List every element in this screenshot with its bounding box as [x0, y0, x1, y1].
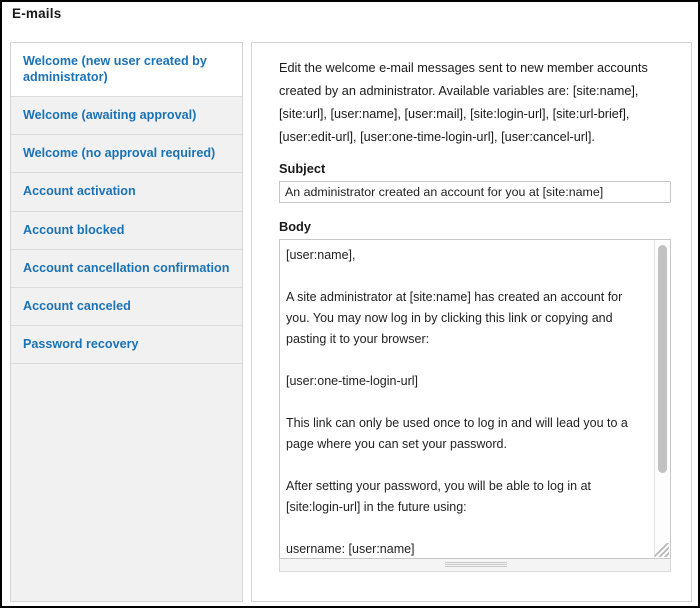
email-template-list: Welcome (new user created by administrat…	[10, 42, 243, 602]
body-vertical-scrollbar[interactable]	[654, 240, 670, 559]
body-horizontal-scrollbar[interactable]	[279, 559, 671, 573]
sidebar-item-label: Account activation	[23, 184, 136, 199]
sidebar-item-welcome-awaiting-approval[interactable]: Welcome (awaiting approval)	[11, 97, 242, 136]
sidebar-item-account-blocked[interactable]: Account blocked	[11, 211, 242, 250]
subject-input[interactable]	[279, 181, 671, 204]
body-label: Body	[279, 219, 311, 235]
email-template-editor: Edit the welcome e-mail messages sent to…	[251, 42, 692, 602]
sidebar-item-welcome-new-user-created-by-administrator[interactable]: Welcome (new user created by administrat…	[11, 43, 242, 98]
email-settings-page: E-mails Welcome (new user created by adm…	[0, 0, 700, 608]
sidebar-item-account-canceled[interactable]: Account canceled	[11, 287, 242, 326]
editor-description: Edit the welcome e-mail messages sent to…	[279, 61, 648, 145]
sidebar-item-label: Account cancellation confirmation	[23, 260, 230, 275]
sidebar-item-welcome-no-approval-required[interactable]: Welcome (no approval required)	[11, 135, 242, 174]
body-vertical-scrollbar-thumb[interactable]	[658, 245, 667, 474]
sidebar-item-password-recovery[interactable]: Password recovery	[11, 325, 242, 364]
resize-handle-icon[interactable]	[655, 543, 669, 558]
sidebar-item-account-activation[interactable]: Account activation	[11, 173, 242, 212]
sidebar-item-label: Welcome (awaiting approval)	[23, 108, 197, 123]
body-textarea-text[interactable]: [user:name], A site administrator at [si…	[280, 240, 650, 558]
body-textarea[interactable]: [user:name], A site administrator at [si…	[279, 239, 671, 560]
sidebar-item-label: Welcome (new user created by administrat…	[23, 54, 207, 85]
sidebar-empty-area	[11, 363, 242, 601]
sidebar-item-label: Account blocked	[23, 222, 125, 237]
sidebar-item-label: Account canceled	[23, 298, 131, 313]
subject-label: Subject	[279, 161, 326, 177]
sidebar-item-label: Welcome (no approval required)	[23, 146, 216, 161]
page-title: E-mails	[12, 6, 62, 21]
body-horizontal-scrollbar-thumb[interactable]	[445, 562, 507, 569]
sidebar-item-account-cancellation-confirmation[interactable]: Account cancellation confirmation	[11, 249, 242, 288]
sidebar-item-label: Password recovery	[23, 336, 139, 351]
